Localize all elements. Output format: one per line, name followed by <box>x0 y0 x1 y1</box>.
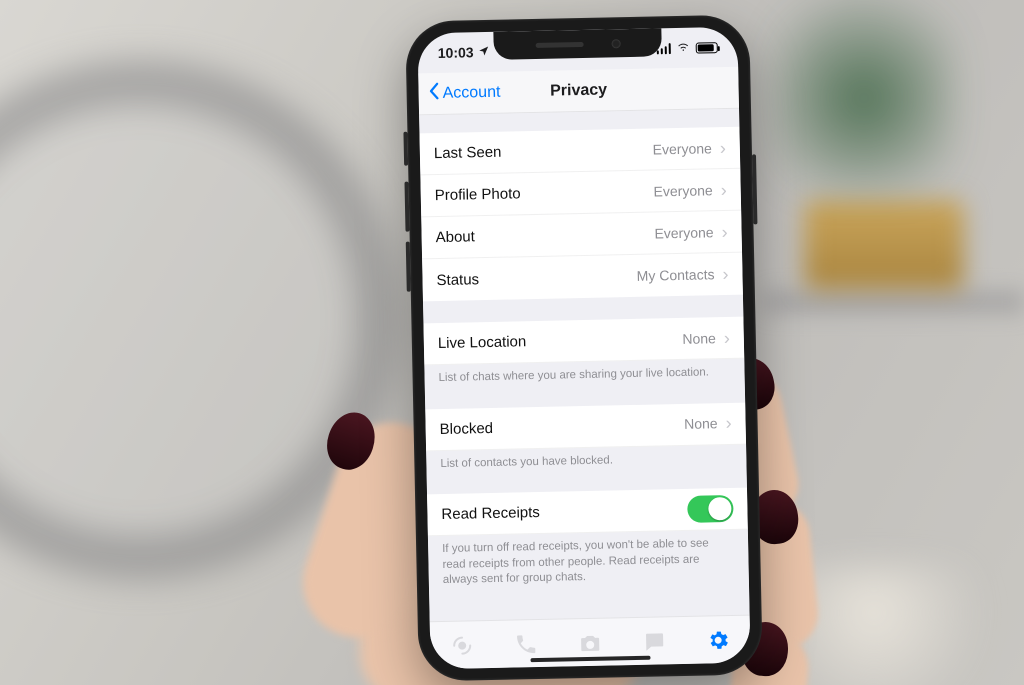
row-label: Read Receipts <box>441 504 540 523</box>
row-profile-photo[interactable]: Profile Photo Everyone › <box>420 169 741 218</box>
tab-settings[interactable] <box>703 626 734 653</box>
row-value: Everyone <box>654 224 713 241</box>
nav-bar: Account Privacy <box>418 67 739 116</box>
tab-status[interactable] <box>447 632 478 659</box>
tab-camera[interactable] <box>575 629 606 656</box>
group-read-receipts: Read Receipts If you turn off read recei… <box>427 488 749 589</box>
phone-screen: 10:03 Account Privacy <box>417 27 750 670</box>
row-blocked[interactable]: Blocked None › <box>425 402 746 451</box>
page-title: Privacy <box>550 81 607 100</box>
row-about[interactable]: About Everyone › <box>421 211 742 260</box>
row-value: Everyone <box>653 182 712 199</box>
status-time: 10:03 <box>438 44 474 61</box>
row-value: Everyone <box>653 140 712 157</box>
row-read-receipts: Read Receipts <box>427 488 748 537</box>
tab-calls[interactable] <box>511 630 542 657</box>
wifi-icon <box>676 40 691 56</box>
group-blocked: Blocked None› List of contacts you have … <box>425 402 746 472</box>
row-label: Blocked <box>439 419 493 437</box>
chevron-left-icon <box>428 82 440 105</box>
chevron-right-icon: › <box>725 414 731 432</box>
battery-icon <box>696 42 718 53</box>
chevron-right-icon: › <box>720 138 726 156</box>
row-value: None <box>684 415 718 432</box>
chevron-right-icon: › <box>722 265 728 283</box>
read-receipts-toggle[interactable] <box>687 495 734 523</box>
chevron-right-icon: › <box>724 328 730 346</box>
settings-content: Last Seen Everyone › Profile Photo Everyo… <box>419 109 750 622</box>
row-label: About <box>435 228 475 246</box>
group-visibility: Last Seen Everyone › Profile Photo Everyo… <box>419 127 742 302</box>
phone-frame: 10:03 Account Privacy <box>405 14 763 681</box>
back-label: Account <box>442 83 500 102</box>
tab-bar <box>430 615 751 670</box>
row-label: Profile Photo <box>435 185 521 204</box>
back-button[interactable]: Account <box>424 72 505 115</box>
row-label: Live Location <box>438 333 527 352</box>
row-value: None <box>682 330 716 347</box>
chevron-right-icon: › <box>721 180 727 198</box>
row-last-seen[interactable]: Last Seen Everyone › <box>419 127 740 176</box>
group-live-location: Live Location None› List of chats where … <box>423 317 744 387</box>
row-label: Status <box>436 271 479 289</box>
location-arrow-icon <box>477 44 489 60</box>
tab-chats[interactable] <box>639 628 670 655</box>
row-live-location[interactable]: Live Location None › <box>423 317 744 366</box>
chevron-right-icon: › <box>721 222 727 240</box>
row-label: Last Seen <box>434 144 502 162</box>
notch <box>493 28 662 60</box>
row-status[interactable]: Status My Contacts › <box>422 253 743 302</box>
row-value: My Contacts <box>637 266 715 284</box>
group-footer: If you turn off read receipts, you won't… <box>428 530 749 589</box>
